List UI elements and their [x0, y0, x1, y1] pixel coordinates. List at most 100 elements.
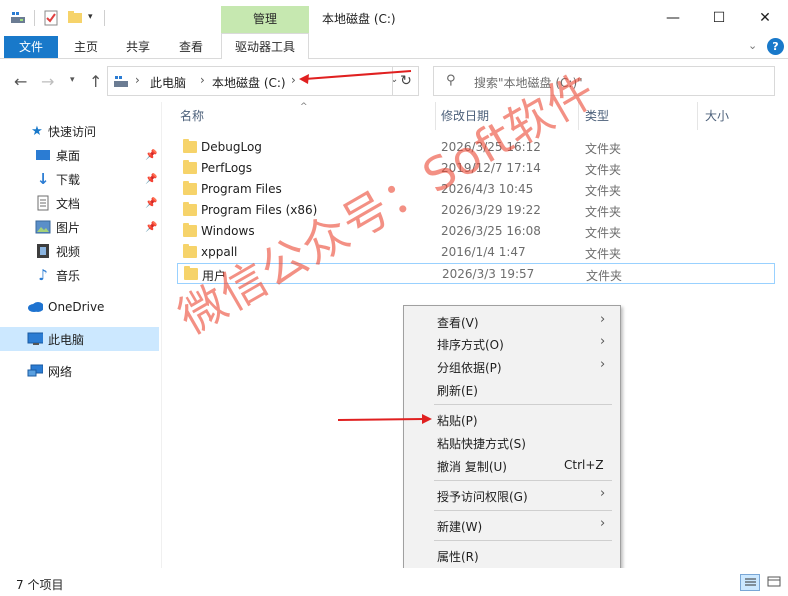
title-bar: ▾ 管理 本地磁盘 (C:) — ☐ ✕: [0, 0, 788, 36]
properties-icon[interactable]: [44, 10, 58, 29]
breadcrumb-separator-icon[interactable]: ›: [200, 73, 205, 87]
annotation-arrow-icon: [299, 70, 412, 84]
menu-item-undo-copy[interactable]: 撤消 复制(U) Ctrl+Z: [404, 454, 620, 476]
column-divider[interactable]: [697, 102, 698, 130]
menu-item-group-by[interactable]: 分组依据(P) ›: [404, 355, 620, 377]
pin-icon: 📌: [145, 221, 158, 233]
large-icons-view-icon[interactable]: [765, 574, 783, 591]
status-bar: 7 个项目: [0, 568, 788, 596]
network-icon: [27, 363, 43, 379]
menu-item-view[interactable]: 查看(V) ›: [404, 310, 620, 332]
file-type: 文件夹: [585, 184, 622, 198]
menu-item-sort-by[interactable]: 排序方式(O) ›: [404, 332, 620, 354]
file-date: 2026/3/3 19:57: [442, 267, 535, 281]
sidebar-item-label: 视频: [56, 244, 81, 259]
folder-icon: [183, 139, 197, 153]
file-name: DebugLog: [201, 140, 262, 154]
sidebar-item-pictures[interactable]: 图片 📌: [0, 215, 159, 239]
desktop-icon: [35, 147, 51, 163]
menu-item-paste[interactable]: 粘贴(P): [404, 408, 620, 430]
help-icon[interactable]: ?: [767, 38, 784, 55]
new-folder-icon[interactable]: [67, 10, 83, 27]
file-name: PerfLogs: [201, 161, 253, 175]
forward-arrow-icon[interactable]: →: [41, 72, 54, 91]
file-row[interactable]: Program Files (x86) 2026/3/29 19:22 文件夹: [177, 200, 775, 221]
sidebar-item-documents[interactable]: 文档 📌: [0, 191, 159, 215]
breadcrumb-separator-icon[interactable]: ›: [135, 73, 140, 87]
breadcrumb-this-pc[interactable]: 此电脑: [150, 74, 186, 91]
sidebar-item-label: 此电脑: [48, 332, 85, 347]
menu-item-label: 粘贴(P): [437, 414, 478, 428]
sidebar-item-label: 音乐: [56, 268, 81, 283]
file-type: 文件夹: [585, 142, 622, 156]
tab-share[interactable]: 共享: [116, 36, 160, 59]
menu-item-label: 撤消 复制(U): [437, 460, 507, 474]
menu-separator: [434, 510, 612, 511]
sidebar-item-quick-access[interactable]: ★ 快速访问: [0, 119, 159, 143]
recent-locations-icon[interactable]: ▾: [70, 75, 75, 85]
tab-file[interactable]: 文件: [4, 36, 58, 58]
details-view-icon[interactable]: [740, 574, 760, 591]
file-type: 文件夹: [585, 226, 622, 240]
sidebar-item-music[interactable]: ♪ 音乐: [0, 263, 159, 287]
menu-item-label: 查看(V): [437, 316, 479, 330]
file-date: 2026/3/29 19:22: [441, 203, 541, 217]
menu-item-label: 排序方式(O): [437, 338, 504, 352]
drive-icon: [113, 74, 129, 91]
file-type: 文件夹: [585, 247, 622, 261]
sidebar-item-network[interactable]: 网络: [0, 359, 159, 383]
menu-item-label: 属性(R): [437, 550, 479, 564]
up-arrow-icon[interactable]: ↑: [89, 72, 102, 91]
back-arrow-icon[interactable]: ←: [14, 72, 27, 91]
tab-drive-tools[interactable]: 驱动器工具: [221, 33, 309, 59]
tab-home[interactable]: 主页: [64, 36, 108, 59]
search-icon: ⚲: [446, 73, 456, 88]
menu-item-label: 授予访问权限(G): [437, 490, 528, 504]
folder-icon: [183, 244, 197, 258]
folder-icon: [183, 181, 197, 195]
folder-icon: [183, 223, 197, 237]
item-count: 7 个项目: [16, 578, 64, 592]
close-button[interactable]: ✕: [742, 0, 788, 36]
pin-icon: 📌: [145, 173, 158, 185]
column-header-size[interactable]: 大小: [705, 107, 729, 124]
maximize-button[interactable]: ☐: [696, 0, 742, 36]
sidebar-item-label: 下载: [56, 172, 81, 187]
menu-item-shortcut: Ctrl+Z: [564, 458, 604, 472]
file-type: 文件夹: [586, 269, 623, 283]
chevron-right-icon: ›: [600, 312, 606, 327]
chevron-right-icon: ›: [600, 334, 606, 349]
column-divider[interactable]: [435, 102, 436, 130]
breadcrumb-local-disk[interactable]: 本地磁盘 (C:): [212, 74, 286, 91]
folder-icon: [183, 202, 197, 216]
customize-qat-icon[interactable]: ▾: [88, 12, 93, 22]
ribbon-tabs: 文件 主页 共享 查看 驱动器工具 ⌄ ?: [0, 33, 788, 59]
sidebar-item-desktop[interactable]: 桌面 📌: [0, 143, 159, 167]
sidebar-item-videos[interactable]: 视频: [0, 239, 159, 263]
menu-item-refresh[interactable]: 刷新(E): [404, 378, 620, 400]
sidebar-item-onedrive[interactable]: OneDrive: [0, 295, 159, 319]
column-header-name[interactable]: 名称: [180, 107, 204, 124]
search-input[interactable]: ⚲ 搜索"本地磁盘 (C:)": [433, 66, 775, 96]
sidebar-item-downloads[interactable]: ↓ 下载 📌: [0, 167, 159, 191]
file-name: Windows: [201, 224, 255, 238]
drive-app-icon: [10, 10, 26, 27]
menu-item-new[interactable]: 新建(W) ›: [404, 514, 620, 536]
pin-icon: 📌: [145, 149, 158, 161]
sidebar-item-this-pc[interactable]: 此电脑: [0, 327, 159, 351]
menu-item-give-access[interactable]: 授予访问权限(G) ›: [404, 484, 620, 506]
file-name: Program Files: [201, 182, 282, 196]
chevron-down-icon[interactable]: ⌄: [748, 39, 757, 52]
menu-item-label: 新建(W): [437, 520, 483, 534]
manage-context-tab[interactable]: 管理: [221, 6, 309, 33]
chevron-right-icon: ›: [600, 516, 606, 531]
sidebar-item-label: 文档: [56, 196, 81, 211]
minimize-button[interactable]: —: [650, 0, 696, 36]
sort-ascending-icon: ^: [300, 102, 308, 112]
context-menu: 查看(V) › 排序方式(O) › 分组依据(P) › 刷新(E) 粘贴(P) …: [403, 305, 621, 572]
menu-item-paste-shortcut[interactable]: 粘贴快捷方式(S): [404, 431, 620, 453]
menu-item-properties[interactable]: 属性(R): [404, 544, 620, 566]
file-type: 文件夹: [585, 163, 622, 177]
sidebar-item-label: 快速访问: [48, 124, 97, 139]
tab-view[interactable]: 查看: [169, 36, 213, 59]
